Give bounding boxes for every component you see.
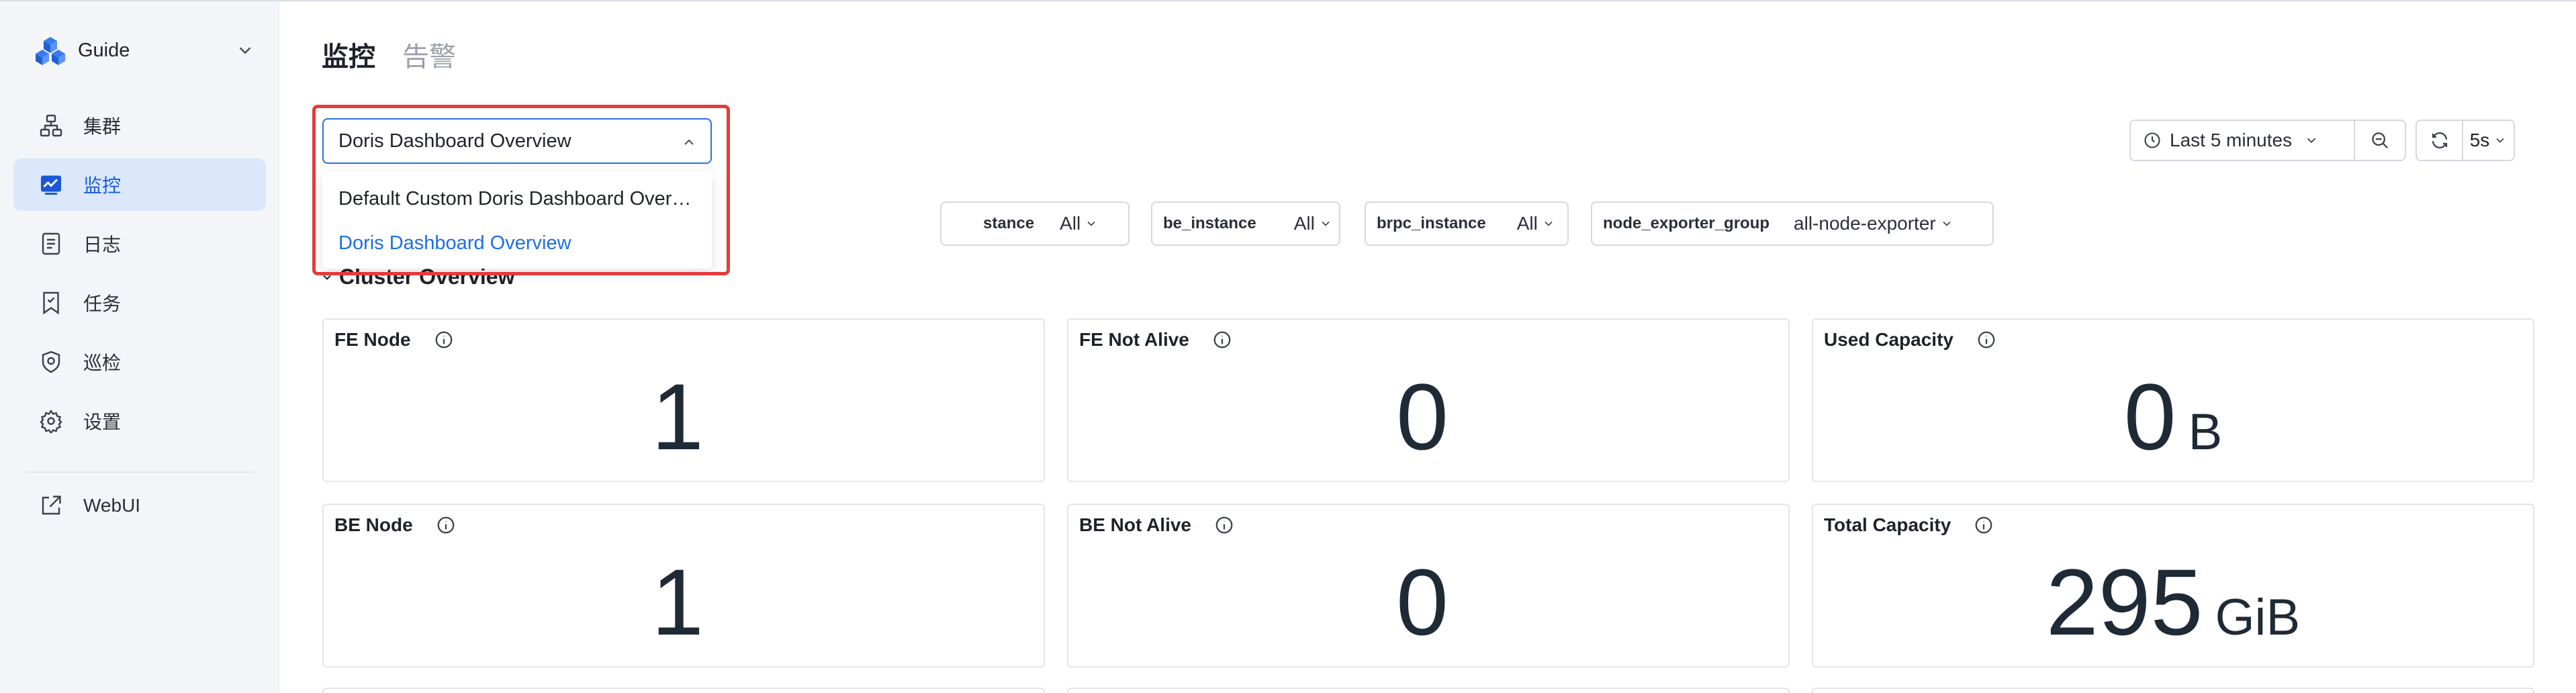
info-icon[interactable]	[1976, 330, 1996, 350]
panel-value: 0	[2123, 364, 2176, 469]
zoom-out-icon	[2372, 132, 2389, 149]
sidebar-item-label: 巡检	[83, 353, 122, 373]
refresh-icon	[2432, 132, 2447, 148]
cluster-icon	[40, 114, 62, 137]
sidebar-item-label: WebUI	[83, 495, 141, 516]
panel-be-node: BE Node 1	[322, 504, 1045, 667]
task-bookmark-icon	[43, 291, 59, 315]
refresh-group: 5s	[2416, 120, 2515, 161]
panel-title: FE Node	[334, 329, 411, 350]
tab-monitor[interactable]: 监控	[322, 35, 375, 74]
sidebar-item-cluster[interactable]: 集群	[13, 99, 266, 152]
sidebar-item-tasks[interactable]: 任务	[13, 277, 266, 329]
panel-partial	[1812, 688, 2534, 693]
sidebar-item-label: 任务	[83, 293, 122, 314]
log-document-icon	[42, 232, 60, 255]
panel-value: 1	[651, 364, 704, 469]
variable-brpc-instance[interactable]: brpc_instance All	[1365, 201, 1569, 246]
main-content: 监控 告警 Last 5 minutes 5s stance All be_in…	[280, 1, 2576, 693]
panel-unit: B	[2188, 404, 2223, 461]
sidebar-item-label: 日志	[83, 234, 122, 255]
panel-title: Total Capacity	[1824, 514, 1951, 535]
panel-title: FE Not Alive	[1079, 329, 1189, 350]
variable-name: brpc_instance	[1377, 214, 1486, 232]
panel-total-capacity: Total Capacity 295 GiB	[1812, 504, 2534, 667]
zoom-out-button[interactable]	[2355, 121, 2405, 160]
chevron-down-icon	[1943, 221, 1951, 226]
chevron-down-icon	[2496, 138, 2504, 143]
sidebar: Guide 集群 监控 日志 任务 巡检 设置 WebUI	[0, 1, 279, 693]
chevron-down-icon	[323, 275, 331, 280]
refresh-button[interactable]	[2417, 121, 2464, 160]
tab-alerts[interactable]: 告警	[402, 35, 456, 74]
chevron-down-icon[interactable]	[235, 40, 255, 60]
refresh-interval-label: 5s	[2469, 130, 2490, 150]
refresh-interval-select[interactable]: 5s	[2463, 121, 2514, 160]
variable-node-exporter-group[interactable]: node_exporter_group all-node-exporter	[1591, 201, 1994, 246]
info-icon[interactable]	[436, 515, 456, 535]
info-icon[interactable]	[1212, 330, 1232, 350]
time-range-picker[interactable]: Last 5 minutes	[2129, 120, 2406, 161]
gear-icon	[40, 409, 62, 433]
panel-value: 0	[1396, 364, 1448, 469]
sidebar-item-label: 监控	[83, 175, 122, 196]
sidebar-item-logs[interactable]: 日志	[13, 218, 266, 270]
time-range-label: Last 5 minutes	[2170, 130, 2293, 150]
external-link-icon	[42, 496, 61, 515]
brand-logo-icon	[36, 37, 65, 65]
dropdown-option[interactable]: Default Custom Doris Dashboard Over…	[338, 188, 701, 210]
panel-fe-not-alive: FE Not Alive 0	[1067, 318, 1790, 482]
panel-partial	[1067, 688, 1790, 693]
inspection-shield-icon	[42, 351, 60, 373]
info-icon[interactable]	[434, 330, 454, 350]
sidebar-divider	[26, 471, 254, 473]
panel-value: 0	[1396, 549, 1448, 655]
dashboard-select-value: Doris Dashboard Overview	[338, 130, 571, 152]
variable-fe-instance[interactable]: stance All	[940, 201, 1130, 246]
sidebar-item-settings[interactable]: 设置	[13, 395, 266, 447]
variable-value[interactable]: All	[1045, 213, 1098, 234]
info-icon[interactable]	[1974, 515, 1994, 535]
sidebar-item-monitor[interactable]: 监控	[13, 158, 266, 211]
clock-icon	[2144, 132, 2160, 148]
panel-value: 1	[651, 549, 704, 655]
chevron-down-icon	[1545, 221, 1553, 226]
variable-value[interactable]: All	[1497, 213, 1555, 234]
panel-title: Used Capacity	[1824, 329, 1953, 350]
panel-unit: GiB	[2215, 589, 2301, 646]
time-range-button[interactable]: Last 5 minutes	[2131, 121, 2355, 160]
chevron-down-icon	[1322, 221, 1330, 226]
chevron-down-icon	[1087, 221, 1095, 226]
dashboard-select[interactable]: Doris Dashboard Overview	[322, 118, 712, 164]
panel-partial	[322, 688, 1045, 693]
brand-name: Guide	[78, 39, 130, 61]
variable-value[interactable]: All	[1267, 213, 1332, 234]
chevron-up-icon	[684, 139, 694, 145]
panel-value: 295	[2045, 549, 2203, 655]
panel-title: BE Node	[334, 514, 413, 535]
monitor-chart-icon	[41, 175, 61, 195]
sidebar-item-label: 集群	[83, 116, 122, 137]
variable-value[interactable]: all-node-exporter	[1780, 213, 1953, 234]
sidebar-item-webui[interactable]: WebUI	[13, 479, 266, 532]
dropdown-option-selected[interactable]: Doris Dashboard Overview	[338, 232, 701, 255]
dashboard-dropdown-menu: Default Custom Doris Dashboard Over… Dor…	[322, 172, 712, 269]
panel-fe-node: FE Node 1	[322, 318, 1045, 482]
variable-be-instance[interactable]: be_instance All	[1151, 201, 1340, 246]
sidebar-item-label: 设置	[83, 412, 122, 432]
info-icon[interactable]	[1214, 515, 1234, 535]
brand-switcher[interactable]: Guide	[35, 34, 130, 67]
panel-be-not-alive: BE Not Alive 0	[1067, 504, 1790, 667]
panel-title: BE Not Alive	[1079, 514, 1191, 535]
panel-used-capacity: Used Capacity 0B	[1812, 318, 2534, 482]
variable-name: node_exporter_group	[1603, 214, 1770, 232]
variable-name: be_instance	[1163, 214, 1256, 232]
variable-name: stance	[983, 214, 1035, 232]
chevron-down-icon	[2307, 138, 2316, 144]
sidebar-item-inspection[interactable]: 巡检	[13, 336, 266, 388]
